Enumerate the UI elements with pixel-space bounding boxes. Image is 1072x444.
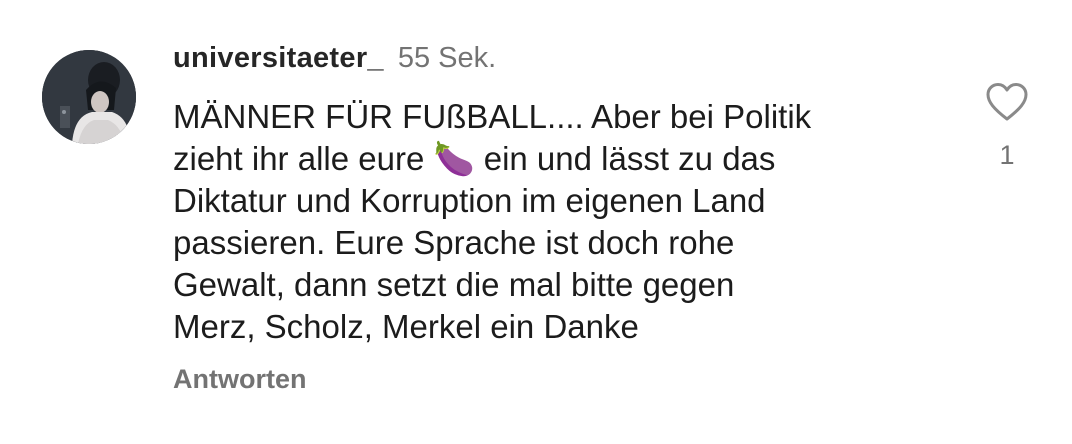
reply-button[interactable]: Antworten (173, 364, 306, 395)
avatar[interactable] (42, 50, 136, 144)
comment-header: universitaeter_ 55 Sek. (173, 42, 496, 82)
comment: universitaeter_ 55 Sek. MÄNNER FÜR FUßBA… (0, 0, 1072, 444)
comment-text: MÄNNER FÜR FUßBALL.... Aber bei Politik … (173, 98, 812, 345)
avatar-photo (42, 50, 136, 144)
like-button[interactable] (985, 82, 1029, 122)
heart-outline-icon (986, 83, 1028, 121)
username[interactable]: universitaeter_ (173, 42, 384, 75)
like-count: 1 (999, 140, 1015, 170)
timestamp: 55 Sek. (397, 42, 497, 74)
